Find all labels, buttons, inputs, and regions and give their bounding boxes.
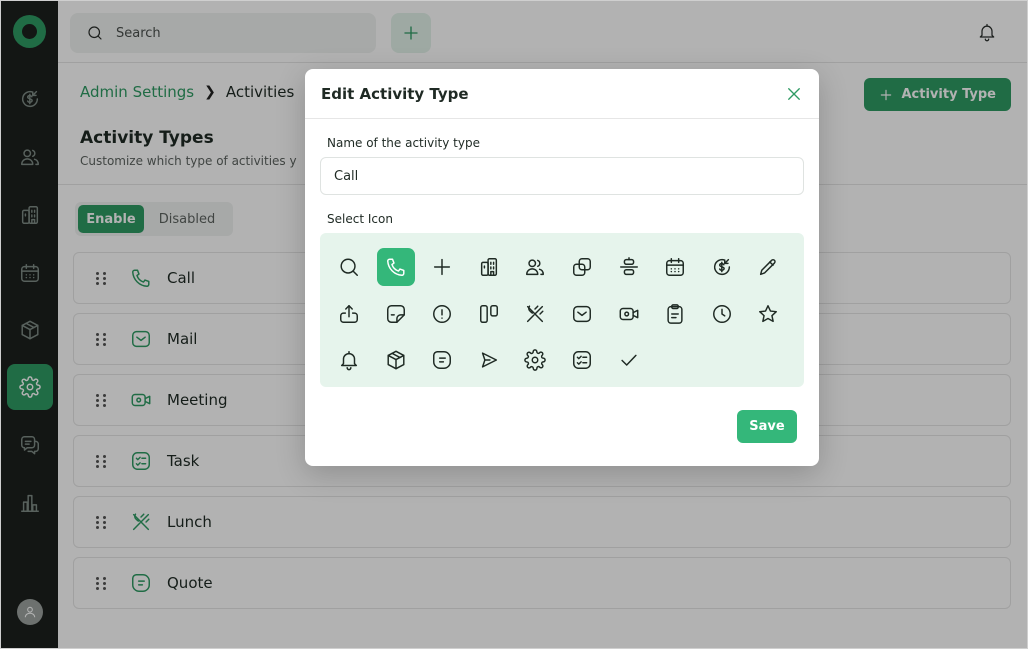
save-button[interactable]: Save: [737, 410, 797, 443]
edit-activity-type-dialog: Edit Activity Type Name of the activity …: [305, 69, 819, 466]
video-icon: [618, 303, 640, 325]
upload-icon: [338, 303, 360, 325]
icon-option-columns[interactable]: [470, 295, 508, 333]
users-icon: [524, 256, 546, 278]
icon-option-mail[interactable]: [563, 295, 601, 333]
icon-option-copy[interactable]: [563, 248, 601, 286]
icon-option-calendar[interactable]: [656, 248, 694, 286]
icon-option-star[interactable]: [749, 295, 787, 333]
icon-option-alert-circle[interactable]: [423, 295, 461, 333]
select-icon-label: Select Icon: [327, 212, 393, 226]
icon-option-building[interactable]: [470, 248, 508, 286]
icon-option-send[interactable]: [470, 341, 508, 379]
pencil-icon: [757, 256, 779, 278]
phone-icon: [385, 256, 407, 278]
bell-icon: [338, 349, 360, 371]
box-icon: [385, 349, 407, 371]
icon-option-clipboard[interactable]: [656, 295, 694, 333]
dollar-refresh-icon: [711, 256, 733, 278]
icon-option-pencil[interactable]: [749, 248, 787, 286]
icon-option-quote[interactable]: [423, 341, 461, 379]
dialog-title: Edit Activity Type: [321, 84, 469, 103]
quote-icon: [431, 349, 453, 371]
icon-option-cutlery[interactable]: [516, 295, 554, 333]
icon-picker: [320, 233, 804, 387]
align-icon: [618, 256, 640, 278]
send-icon: [478, 349, 500, 371]
icon-option-bell[interactable]: [330, 341, 368, 379]
icon-option-sticky-note[interactable]: [377, 295, 415, 333]
close-button[interactable]: [785, 85, 803, 103]
icon-option-task-list[interactable]: [563, 341, 601, 379]
clipboard-icon: [664, 303, 686, 325]
icon-option-dollar-refresh[interactable]: [703, 248, 741, 286]
name-field-label: Name of the activity type: [327, 136, 480, 150]
icon-option-gear[interactable]: [516, 341, 554, 379]
plus-icon: [431, 256, 453, 278]
icon-option-upload[interactable]: [330, 295, 368, 333]
columns-icon: [478, 303, 500, 325]
icon-option-clock[interactable]: [703, 295, 741, 333]
dialog-header: Edit Activity Type: [305, 69, 819, 119]
sticky-note-icon: [385, 303, 407, 325]
icon-option-search[interactable]: [330, 248, 368, 286]
activity-name-input[interactable]: [320, 157, 804, 195]
copy-icon: [571, 256, 593, 278]
cutlery-icon: [524, 303, 546, 325]
close-icon: [785, 85, 803, 103]
gear-icon: [524, 349, 546, 371]
icon-option-check[interactable]: [610, 341, 648, 379]
task-list-icon: [571, 349, 593, 371]
building-icon: [478, 256, 500, 278]
clock-icon: [711, 303, 733, 325]
icon-option-box[interactable]: [377, 341, 415, 379]
icon-option-align[interactable]: [610, 248, 648, 286]
icon-option-video[interactable]: [610, 295, 648, 333]
app-window: Search Admin Settings ❯ Activities Activ…: [0, 0, 1028, 649]
check-icon: [618, 349, 640, 371]
mail-icon: [571, 303, 593, 325]
star-icon: [757, 303, 779, 325]
icon-option-users[interactable]: [516, 248, 554, 286]
alert-circle-icon: [431, 303, 453, 325]
icon-option-plus[interactable]: [423, 248, 461, 286]
search-icon: [338, 256, 360, 278]
calendar-icon: [664, 256, 686, 278]
icon-option-phone[interactable]: [376, 248, 415, 286]
